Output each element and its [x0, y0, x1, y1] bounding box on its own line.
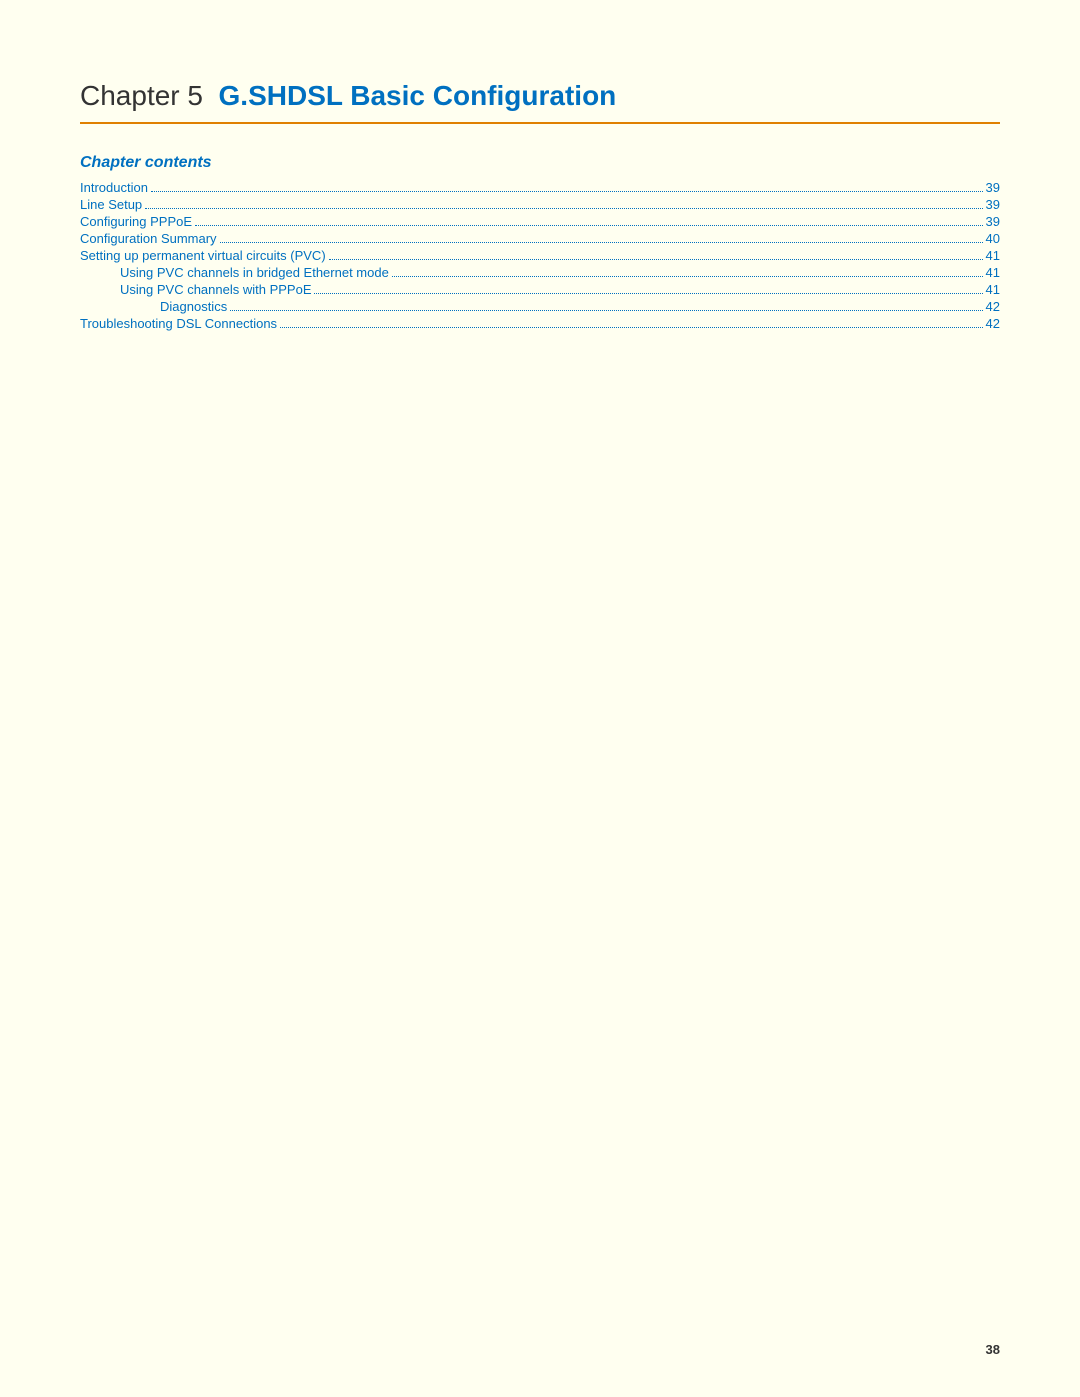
toc-item-pvc[interactable]: Setting up permanent virtual circuits (P… — [80, 248, 1000, 263]
toc-link-configuration-summary[interactable]: Configuration Summary — [80, 231, 217, 246]
toc-link-bridged-ethernet[interactable]: Using PVC channels in bridged Ethernet m… — [120, 265, 389, 280]
toc-page-troubleshooting: 42 — [986, 316, 1000, 331]
toc-dots-configuring-pppoe — [195, 225, 983, 226]
chapter-contents-heading: Chapter contents — [80, 154, 1000, 172]
toc-page-diagnostics: 42 — [986, 299, 1000, 314]
toc-dots-introduction — [151, 191, 983, 192]
chapter-prefix: Chapter 5 — [80, 80, 203, 111]
contents-section: Chapter contents Introduction 39 Line Se… — [80, 154, 1000, 331]
toc-page-pvc-pppoe: 41 — [986, 282, 1000, 297]
toc-item-introduction[interactable]: Introduction 39 — [80, 180, 1000, 195]
toc-dots-diagnostics — [230, 310, 982, 311]
toc-link-configuring-pppoe[interactable]: Configuring PPPoE — [80, 214, 192, 229]
toc-dots-pvc-pppoe — [314, 293, 982, 294]
toc-dots-bridged-ethernet — [392, 276, 983, 277]
chapter-title-bold: G.SHDSL Basic Configuration — [219, 80, 617, 111]
toc-item-pvc-pppoe[interactable]: Using PVC channels with PPPoE 41 — [80, 282, 1000, 297]
toc-page-introduction: 39 — [986, 180, 1000, 195]
chapter-header: Chapter 5 G.SHDSL Basic Configuration — [80, 80, 1000, 124]
toc-page-configuring-pppoe: 39 — [986, 214, 1000, 229]
toc-link-line-setup[interactable]: Line Setup — [80, 197, 142, 212]
page-number: 38 — [986, 1342, 1000, 1357]
toc-dots-configuration-summary — [220, 242, 983, 243]
toc-page-configuration-summary: 40 — [986, 231, 1000, 246]
toc-page-pvc: 41 — [986, 248, 1000, 263]
toc-dots-line-setup — [145, 208, 982, 209]
chapter-title: Chapter 5 G.SHDSL Basic Configuration — [80, 80, 1000, 112]
toc-item-diagnostics[interactable]: Diagnostics 42 — [80, 299, 1000, 314]
toc-item-bridged-ethernet[interactable]: Using PVC channels in bridged Ethernet m… — [80, 265, 1000, 280]
toc-dots-pvc — [329, 259, 983, 260]
toc-link-introduction[interactable]: Introduction — [80, 180, 148, 195]
toc-page-bridged-ethernet: 41 — [986, 265, 1000, 280]
toc-page-line-setup: 39 — [986, 197, 1000, 212]
toc-item-line-setup[interactable]: Line Setup 39 — [80, 197, 1000, 212]
toc-item-troubleshooting[interactable]: Troubleshooting DSL Connections 42 — [80, 316, 1000, 331]
toc-link-troubleshooting[interactable]: Troubleshooting DSL Connections — [80, 316, 277, 331]
toc-list: Introduction 39 Line Setup 39 Configurin… — [80, 180, 1000, 331]
page-container: Chapter 5 G.SHDSL Basic Configuration Ch… — [0, 0, 1080, 393]
toc-dots-troubleshooting — [280, 327, 982, 328]
toc-item-configuring-pppoe[interactable]: Configuring PPPoE 39 — [80, 214, 1000, 229]
toc-link-diagnostics[interactable]: Diagnostics — [160, 299, 227, 314]
toc-item-configuration-summary[interactable]: Configuration Summary 40 — [80, 231, 1000, 246]
toc-link-pvc-pppoe[interactable]: Using PVC channels with PPPoE — [120, 282, 311, 297]
toc-link-pvc[interactable]: Setting up permanent virtual circuits (P… — [80, 248, 326, 263]
